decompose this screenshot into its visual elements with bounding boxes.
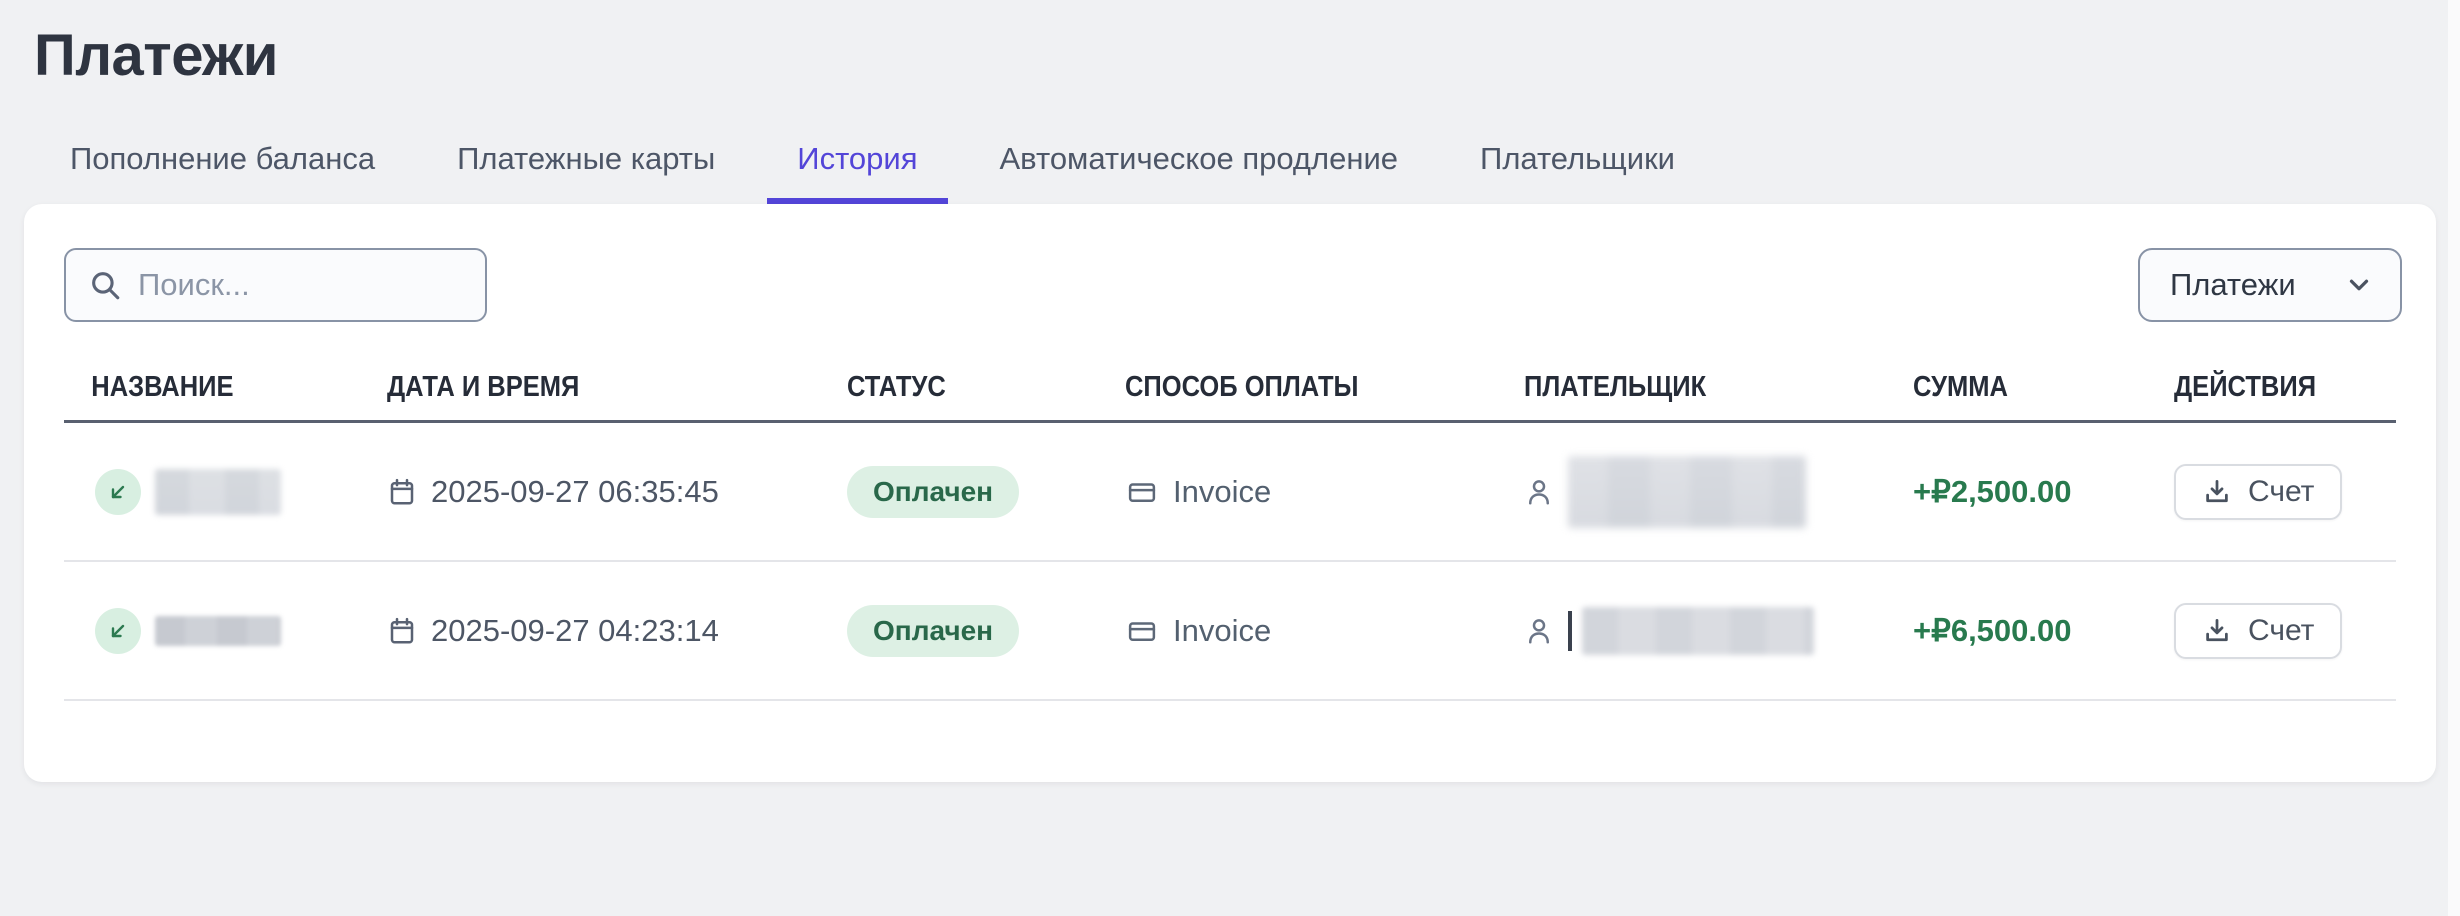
payment-method-cell: Invoice: [1125, 613, 1524, 649]
amount-cell: +₽6,500.00: [1913, 613, 2174, 649]
tab-history[interactable]: История: [767, 143, 947, 205]
tab-bar: Пополнение баланса Платежные карты Истор…: [40, 143, 1705, 205]
payments-table: НАЗВАНИЕ ДАТА И ВРЕМЯ СТАТУС СПОСОБ ОПЛА…: [64, 354, 2396, 701]
search-box: [64, 248, 487, 322]
table-row: 2025-09-27 06:35:45 Оплачен Invoice: [64, 423, 2396, 562]
status-badge: Оплачен: [847, 605, 1019, 657]
tab-payment-cards[interactable]: Платежные карты: [427, 143, 745, 205]
datetime-value: 2025-09-27 04:23:14: [431, 613, 719, 649]
credit-card-icon: [1125, 616, 1159, 646]
redacted-text-cursor: [1568, 611, 1572, 651]
table-header-row: НАЗВАНИЕ ДАТА И ВРЕМЯ СТАТУС СПОСОБ ОПЛА…: [64, 354, 2396, 423]
payer-cell: [1524, 607, 1913, 655]
redacted-payment-name: [155, 616, 281, 646]
column-header-method: СПОСОБ ОПЛАТЫ: [1125, 371, 1476, 404]
calendar-icon: [387, 477, 417, 507]
payment-method-value: Invoice: [1173, 613, 1271, 649]
amount-value: +₽6,500.00: [1913, 613, 2072, 649]
redacted-payer-name: [1582, 607, 1814, 655]
credit-card-icon: [1125, 477, 1159, 507]
invoice-download-button[interactable]: Счет: [2174, 603, 2342, 659]
payer-cell: [1524, 456, 1913, 528]
amount-value: +₽2,500.00: [1913, 474, 2072, 510]
payment-method-cell: Invoice: [1125, 474, 1524, 510]
actions-cell: Счет: [2174, 603, 2396, 659]
invoice-download-label: Счет: [2248, 475, 2314, 509]
tab-balance-topup[interactable]: Пополнение баланса: [40, 143, 405, 205]
payment-name-cell: [64, 608, 387, 654]
calendar-icon: [387, 616, 417, 646]
amount-cell: +₽2,500.00: [1913, 474, 2174, 510]
column-header-name: НАЗВАНИЕ: [64, 371, 348, 404]
redacted-payment-name: [155, 469, 281, 515]
download-icon: [2202, 616, 2232, 646]
column-header-actions: ДЕЙСТВИЯ: [2174, 371, 2369, 404]
chevron-down-icon: [2344, 270, 2374, 300]
user-icon: [1524, 616, 1554, 646]
incoming-payment-icon: [95, 469, 141, 515]
user-icon: [1524, 477, 1554, 507]
status-cell: Оплачен: [847, 605, 1125, 657]
datetime-value: 2025-09-27 06:35:45: [431, 474, 719, 510]
search-input[interactable]: [138, 267, 463, 303]
column-header-payer: ПЛАТЕЛЬЩИК: [1524, 371, 1866, 404]
payment-method-value: Invoice: [1173, 474, 1271, 510]
actions-cell: Счет: [2174, 464, 2396, 520]
search-icon: [88, 268, 122, 302]
vertical-scrollbar[interactable]: [2448, 0, 2460, 916]
download-icon: [2202, 477, 2232, 507]
page-title: Платежи: [34, 22, 278, 89]
payment-name-cell: [64, 469, 387, 515]
redacted-payer-name: [1568, 456, 1806, 528]
column-header-amount: СУММА: [1913, 371, 2143, 404]
incoming-payment-icon: [95, 608, 141, 654]
status-badge: Оплачен: [847, 466, 1019, 518]
tab-payers[interactable]: Плательщики: [1450, 143, 1705, 205]
invoice-download-button[interactable]: Счет: [2174, 464, 2342, 520]
filter-dropdown[interactable]: Платежи: [2138, 248, 2402, 322]
history-panel: Платежи НАЗВАНИЕ ДАТА И ВРЕМЯ СТАТУС СПО…: [24, 204, 2436, 782]
tab-auto-renewal[interactable]: Автоматическое продление: [970, 143, 1429, 205]
invoice-download-label: Счет: [2248, 614, 2314, 648]
status-cell: Оплачен: [847, 466, 1125, 518]
datetime-cell: 2025-09-27 04:23:14: [387, 613, 847, 649]
column-header-datetime: ДАТА И ВРЕМЯ: [387, 371, 792, 404]
column-header-status: СТАТУС: [847, 371, 1092, 404]
datetime-cell: 2025-09-27 06:35:45: [387, 474, 847, 510]
table-row: 2025-09-27 04:23:14 Оплачен Invoice: [64, 562, 2396, 701]
filter-dropdown-value: Платежи: [2170, 267, 2296, 303]
